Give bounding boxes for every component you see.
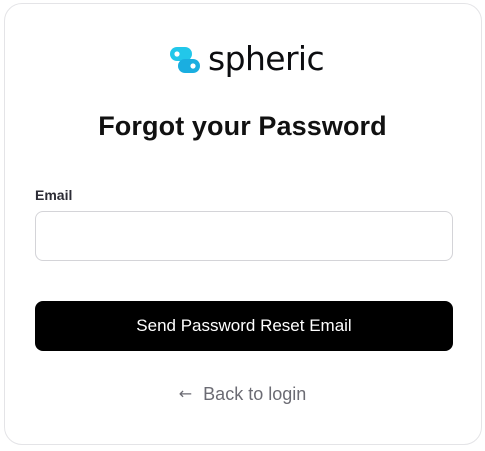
back-to-login-label: Back to login [203,383,307,404]
back-to-login-link[interactable]: ← Back to login [0,380,485,408]
brand-name: spheric [208,39,325,78]
email-input[interactable] [35,211,453,261]
arrow-left-icon: ← [178,383,193,403]
spheric-logo: spheric [168,39,325,80]
email-label: Email [35,187,73,203]
send-reset-email-button-label: Send Password Reset Email [136,316,352,335]
send-reset-email-button[interactable]: Send Password Reset Email [35,301,453,351]
spheric-logo-mark-icon [170,47,200,73]
page-title: Forgot your Password [98,111,387,141]
